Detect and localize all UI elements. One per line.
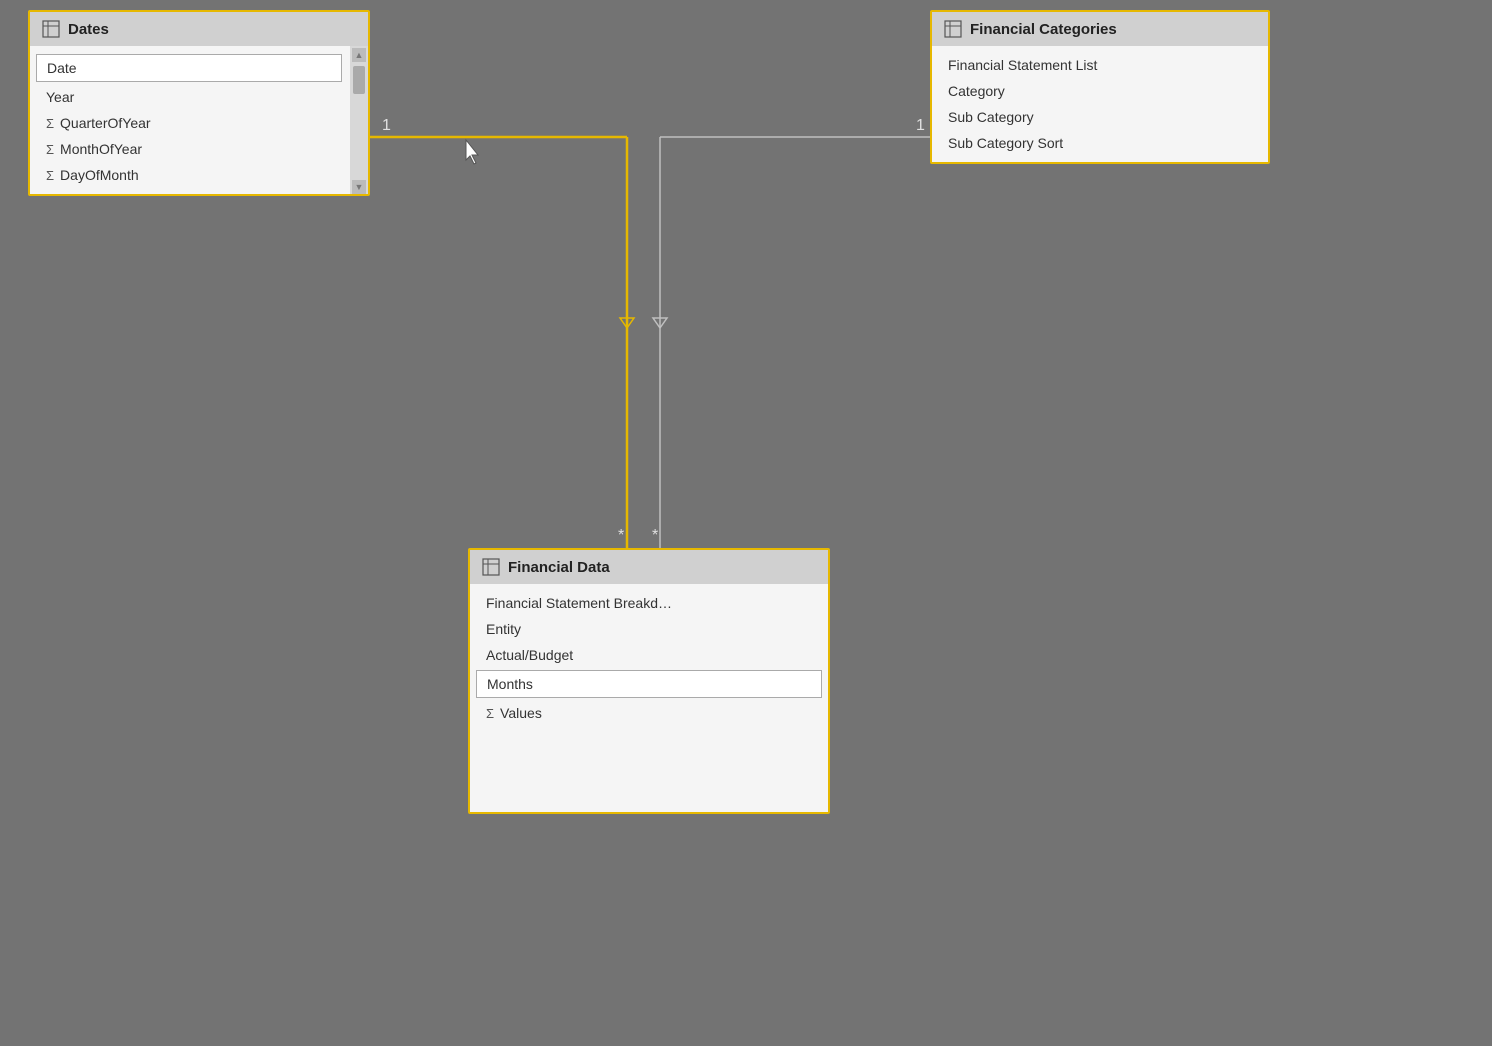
svg-text:1: 1 [382, 117, 391, 134]
fc-field-statement-list[interactable]: Financial Statement List [932, 52, 1268, 78]
sigma-icon-2: Σ [46, 142, 54, 157]
fd-field-values[interactable]: Σ Values [470, 700, 828, 726]
dates-field-quarterofyear-label: QuarterOfYear [60, 115, 151, 131]
fc-field-sub-category-sort-label: Sub Category Sort [948, 135, 1063, 151]
dates-field-year[interactable]: Year [30, 84, 348, 110]
dates-field-dayofmonth-label: DayOfMonth [60, 167, 139, 183]
financial-data-title: Financial Data [508, 559, 610, 576]
dates-table: Dates Date Year Σ QuarterOfYear Σ MonthO… [28, 10, 370, 196]
fc-field-category-label: Category [948, 83, 1005, 99]
dates-field-monthofyear[interactable]: Σ MonthOfYear [30, 136, 348, 162]
fd-field-statement-breakd-label: Financial Statement Breakd… [486, 595, 672, 611]
dates-table-title: Dates [68, 21, 109, 38]
fc-field-statement-list-label: Financial Statement List [948, 57, 1097, 73]
dates-field-date-label: Date [47, 60, 77, 76]
fc-field-category[interactable]: Category [932, 78, 1268, 104]
sigma-icon-1: Σ [46, 116, 54, 131]
scroll-thumb[interactable] [353, 66, 365, 94]
scroll-up-btn[interactable]: ▲ [352, 48, 366, 62]
dates-field-quarterofyear[interactable]: Σ QuarterOfYear [30, 110, 348, 136]
financial-data-table-header: Financial Data [470, 550, 828, 584]
svg-text:*: * [652, 527, 658, 544]
dates-field-monthofyear-label: MonthOfYear [60, 141, 142, 157]
table-icon [42, 20, 60, 38]
fc-field-sub-category-sort[interactable]: Sub Category Sort [932, 130, 1268, 156]
dates-table-header: Dates [30, 12, 368, 46]
scroll-down-btn[interactable]: ▼ [352, 180, 366, 194]
table-icon-3 [482, 558, 500, 576]
financial-categories-title: Financial Categories [970, 21, 1117, 38]
table-icon-2 [944, 20, 962, 38]
fd-empty-space [470, 726, 828, 806]
dates-table-body: Date Year Σ QuarterOfYear Σ MonthOfYear … [30, 46, 368, 194]
fc-field-sub-category-label: Sub Category [948, 109, 1034, 125]
fd-field-actual-budget[interactable]: Actual/Budget [470, 642, 828, 668]
svg-text:1: 1 [916, 117, 925, 134]
fd-field-actual-budget-label: Actual/Budget [486, 647, 573, 663]
dates-field-date[interactable]: Date [36, 54, 342, 82]
fc-field-sub-category[interactable]: Sub Category [932, 104, 1268, 130]
fd-field-statement-breakd[interactable]: Financial Statement Breakd… [470, 590, 828, 616]
financial-categories-body: Financial Statement List Category Sub Ca… [932, 46, 1268, 162]
financial-categories-table: Financial Categories Financial Statement… [930, 10, 1270, 164]
sigma-icon-3: Σ [46, 168, 54, 183]
sigma-icon-4: Σ [486, 706, 494, 721]
financial-data-table: Financial Data Financial Statement Break… [468, 548, 830, 814]
fd-field-entity[interactable]: Entity [470, 616, 828, 642]
financial-data-body: Financial Statement Breakd… Entity Actua… [470, 584, 828, 812]
fd-field-entity-label: Entity [486, 621, 521, 637]
fd-field-months-label: Months [487, 676, 533, 692]
dates-field-year-label: Year [46, 89, 74, 105]
financial-categories-table-header: Financial Categories [932, 12, 1268, 46]
svg-text:*: * [618, 527, 624, 544]
fd-field-months[interactable]: Months [476, 670, 822, 698]
fd-field-values-label: Values [500, 705, 542, 721]
dates-field-dayofmonth[interactable]: Σ DayOfMonth [30, 162, 348, 188]
mouse-cursor [462, 138, 486, 171]
